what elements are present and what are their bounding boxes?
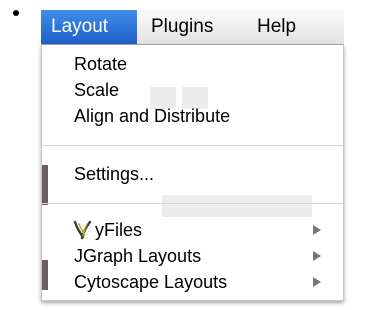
menu-separator	[42, 203, 343, 204]
submenu-arrow-icon	[313, 225, 321, 235]
menubar-layout[interactable]: Layout	[41, 10, 137, 44]
menu-separator	[42, 145, 343, 146]
menu-item-align-and-distribute[interactable]: Align and Distribute	[42, 103, 343, 129]
menu-item-settings[interactable]: Settings...	[42, 161, 343, 187]
menu-item-jgraph-layouts[interactable]: JGraph Layouts	[42, 243, 343, 269]
bullet-marker	[13, 10, 19, 16]
menu-item-scale[interactable]: Scale	[42, 77, 343, 103]
background-ghost	[162, 195, 312, 217]
menu-bar: Layout Plugins Help	[41, 10, 344, 45]
yfiles-icon	[73, 220, 92, 240]
submenu-arrow-icon	[313, 277, 321, 287]
menu-item-rotate[interactable]: Rotate	[42, 51, 343, 77]
submenu-arrow-icon	[313, 251, 321, 261]
menubar-help[interactable]: Help	[247, 10, 311, 44]
menu-item-label: Cytoscape Layouts	[74, 272, 228, 292]
menu-item-cytoscape-layouts[interactable]: Cytoscape Layouts	[42, 269, 343, 295]
menu-item-label: yFiles	[95, 220, 143, 240]
layout-dropdown-menu: Rotate Scale Align and Distribute Settin…	[41, 45, 344, 301]
menu-item-yfiles[interactable]: yFiles	[42, 217, 343, 243]
menu-item-label: JGraph Layouts	[74, 246, 202, 266]
menubar-plugins[interactable]: Plugins	[141, 10, 241, 44]
